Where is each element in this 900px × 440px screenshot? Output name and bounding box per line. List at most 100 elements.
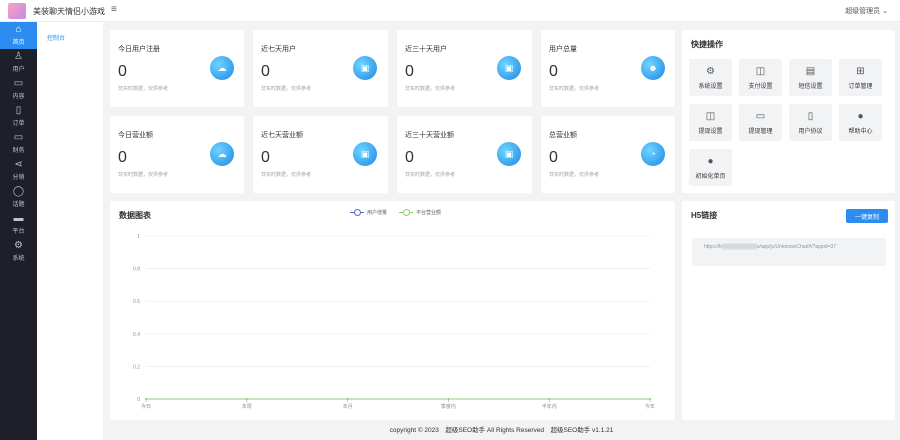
- series-point-1: [447, 398, 450, 400]
- clock-icon: ◔: [641, 142, 665, 166]
- stat-note: 非实时数据，仅供参考: [549, 86, 600, 92]
- admin-dropdown[interactable]: 超级管理员 ⌄: [845, 6, 888, 16]
- stat-card-month-users: 近三十天用户 0 非实时数据，仅供参考 ▣: [397, 30, 532, 107]
- quick-action-label: 订单管理: [848, 83, 873, 90]
- quick-action-help-center[interactable]: ● 帮助中心: [839, 104, 882, 141]
- calendar-icon: ▣: [497, 56, 521, 80]
- app-logo: [8, 3, 26, 19]
- sidebar-item-label: 订单: [12, 121, 25, 127]
- x-tick-label: 今日: [141, 403, 151, 410]
- h5-link-card: H5链接 一键复制 https://k▒▒▒▒▒▒▒▒▒▒s/app/jc/Un…: [682, 201, 895, 420]
- stat-value: 0: [118, 149, 127, 166]
- document-icon: ▯: [15, 105, 22, 116]
- sidebar-item-label: 首页: [12, 40, 25, 46]
- sub-nav: 控制台: [37, 22, 103, 440]
- series-point-1: [145, 398, 147, 400]
- monitor-icon: ▬: [13, 213, 24, 224]
- stat-card-total-users: 用户总量 0 非实时数据，仅供参考 ☻: [541, 30, 675, 107]
- stat-value: 0: [405, 149, 414, 166]
- sidebar-item-system[interactable]: ⚙ 系统: [0, 238, 37, 265]
- sidebar-item-label: 用户: [12, 67, 25, 73]
- sidebar-item-home[interactable]: ⌂ 首页: [0, 22, 37, 49]
- h5-url-text[interactable]: https://k▒▒▒▒▒▒▒▒▒▒s/app/jc/UnknownChat/…: [692, 238, 886, 266]
- calendar-icon: ▣: [353, 142, 377, 166]
- stat-card-today-revenue: 今日营业额 0 非实时数据，仅供参考 ☁: [110, 116, 244, 193]
- quick-action-label: 支付设置: [748, 83, 773, 90]
- stat-note: 非实时数据，仅供参考: [118, 86, 169, 92]
- x-tick-label: 季度内: [441, 403, 456, 410]
- hamburger-icon[interactable]: ≡: [111, 5, 117, 15]
- sidebar-item-user[interactable]: ♙ 用户: [0, 49, 37, 76]
- quick-action-label: 提现设置: [698, 128, 723, 135]
- stat-note: 非实时数据，仅供参考: [261, 86, 312, 92]
- sidebar-item-label: 系统: [12, 256, 25, 262]
- quick-action-system-settings[interactable]: ⚙ 系统设置: [689, 59, 732, 96]
- quick-action-label: 用户协议: [798, 128, 823, 135]
- sidebar-item-distribution[interactable]: ⋖ 分销: [0, 157, 37, 184]
- y-tick-label: 1: [137, 234, 140, 240]
- user-icon: ☻: [641, 56, 665, 80]
- app-title: 美装聊天情侣小游戏: [33, 7, 105, 16]
- copy-link-button[interactable]: 一键复制: [846, 209, 888, 223]
- sidebar-item-topic[interactable]: ◯ 话题: [0, 184, 37, 211]
- sidebar-item-platform[interactable]: ▬ 平台: [0, 211, 37, 238]
- help-icon: ●: [707, 155, 714, 167]
- series-point-1: [346, 398, 349, 400]
- stat-note: 非实时数据，仅供参考: [549, 172, 600, 178]
- x-tick-label: 半年内: [542, 403, 557, 410]
- sidebar-item-label: 平台: [12, 229, 25, 235]
- sidebar-item-content[interactable]: ▭ 内容: [0, 76, 37, 103]
- calendar-icon: ▣: [497, 142, 521, 166]
- y-tick-label: 0: [137, 397, 140, 403]
- sidebar-item-label: 话题: [12, 202, 25, 208]
- quick-action-label: 初始化单页: [695, 173, 726, 180]
- stat-value: 0: [118, 63, 127, 80]
- stat-title: 用户总量: [549, 46, 577, 53]
- stat-note: 非实时数据，仅供参考: [261, 172, 312, 178]
- stat-title: 近七天用户: [261, 46, 296, 53]
- stat-value: 0: [261, 149, 270, 166]
- wallet-icon: ◫: [705, 110, 716, 122]
- quick-action-label: 系统设置: [698, 83, 723, 90]
- stat-title: 今日用户注册: [118, 46, 160, 53]
- stat-card-week-revenue: 近七天营业额 0 非实时数据，仅供参考 ▣: [253, 116, 388, 193]
- stat-note: 非实时数据，仅供参考: [118, 172, 169, 178]
- quick-action-withdraw-management[interactable]: ▭ 提现管理: [739, 104, 782, 141]
- calendar-icon: ▣: [353, 56, 377, 80]
- stat-value: 0: [549, 149, 558, 166]
- y-tick-label: 0.8: [133, 267, 140, 273]
- quick-actions-title: 快捷操作: [691, 40, 723, 49]
- line-chart: 0 0.2 0.4 0.6 0.8 1 今日 本周 本月 季度内 半年内 今年: [133, 234, 655, 410]
- x-tick-label: 本月: [343, 403, 353, 410]
- stat-note: 非实时数据，仅供参考: [405, 86, 456, 92]
- sidebar-item-order[interactable]: ▯ 订单: [0, 103, 37, 130]
- series-point-1: [649, 398, 651, 400]
- quick-action-user-agreement[interactable]: ▯ 用户协议: [789, 104, 832, 141]
- data-chart-card: 数据图表 用户增量 平台营业额 0 0.2 0.4 0.6 0.8 1 今日 本周 本月 季度内半…: [110, 201, 675, 420]
- stat-card-week-users: 近七天用户 0 非实时数据，仅供参考 ▣: [253, 30, 388, 107]
- subnav-item-console[interactable]: 控制台: [47, 33, 65, 42]
- gear-icon: ⚙: [14, 240, 23, 251]
- folder-icon: ▭: [755, 110, 766, 122]
- series-point-1: [245, 398, 248, 400]
- stat-title: 总营业额: [549, 132, 577, 139]
- x-tick-label: 今年: [645, 403, 655, 410]
- stat-value: 0: [549, 63, 558, 80]
- sidebar-item-finance[interactable]: ▭ 财务: [0, 130, 37, 157]
- quick-actions-card: 快捷操作 ⚙ 系统设置 ◫ 支付设置 ▤ 短信设置 ⊞ 订单管理 ◫ 提现设置 …: [682, 30, 895, 193]
- chat-icon: ◯: [12, 186, 25, 197]
- quick-action-sms-settings[interactable]: ▤ 短信设置: [789, 59, 832, 96]
- quick-action-payment-settings[interactable]: ◫ 支付设置: [739, 59, 782, 96]
- quick-action-withdraw-settings[interactable]: ◫ 提现设置: [689, 104, 732, 141]
- footer-copyright: copyright © 2023 超级SEO助手 All Rights Rese…: [389, 427, 614, 434]
- cloud-icon: ☁: [210, 142, 234, 166]
- stat-card-total-revenue: 总营业额 0 非实时数据，仅供参考 ◔: [541, 116, 675, 193]
- stat-note: 非实时数据，仅供参考: [405, 172, 456, 178]
- share-icon: ⋖: [14, 159, 23, 170]
- stat-title: 今日营业额: [118, 132, 153, 139]
- quick-action-order-management[interactable]: ⊞ 订单管理: [839, 59, 882, 96]
- document-icon: ▯: [807, 110, 814, 122]
- y-tick-label: 0.4: [133, 332, 140, 338]
- quick-action-init-pages[interactable]: ● 初始化单页: [689, 149, 732, 186]
- folder-icon: ▭: [13, 132, 24, 143]
